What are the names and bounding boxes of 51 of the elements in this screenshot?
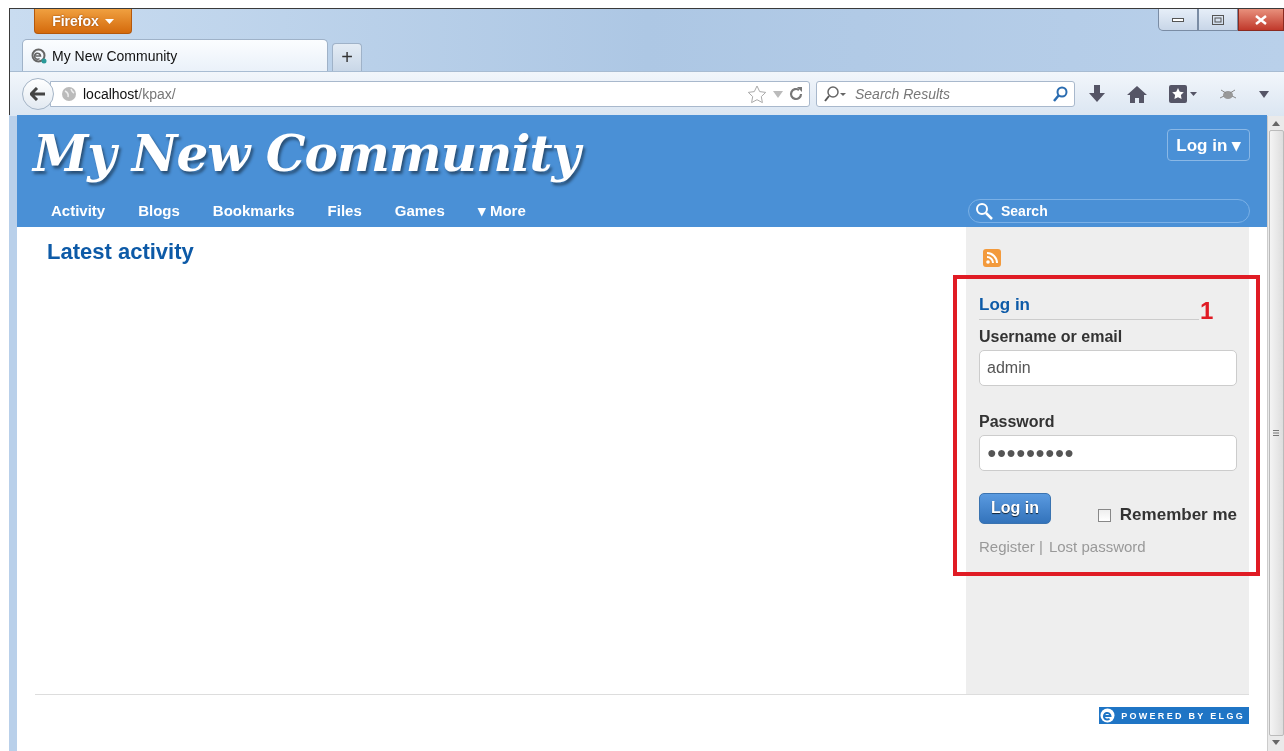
input-field[interactable]: admin (979, 350, 1237, 386)
back-button[interactable] (22, 78, 54, 110)
grip-icon[interactable] (1273, 430, 1279, 436)
nav-link[interactable]: Files (319, 202, 370, 220)
search-engine-icon[interactable] (823, 86, 847, 102)
nav-link[interactable]: Blogs (130, 202, 188, 220)
minimize-button[interactable] (1158, 9, 1198, 31)
reload-icon[interactable] (789, 87, 803, 101)
checkbox[interactable] (1097, 508, 1111, 522)
scroll-down-icon[interactable] (1272, 740, 1280, 745)
firefox-menu-button[interactable]: Firefox (34, 9, 132, 34)
close-icon (1255, 14, 1267, 25)
address-bar[interactable]: localhost/kpax/ (50, 81, 810, 107)
search-icon (975, 202, 993, 220)
annotation-number: 1 (1200, 297, 1214, 325)
close-button[interactable] (1238, 9, 1284, 31)
scrollbar[interactable] (1267, 115, 1284, 751)
scroll-up-icon[interactable] (1272, 121, 1280, 126)
section-heading: Latest activity (47, 239, 195, 265)
link[interactable]: Register | (979, 538, 1043, 555)
field-label: Password (979, 413, 1056, 431)
nav-link[interactable]: ▾ More (469, 202, 534, 220)
star-icon[interactable] (747, 84, 767, 104)
login-heading: Log in (979, 292, 1199, 320)
nav-link[interactable]: Activity (43, 202, 114, 220)
download-icon[interactable] (1089, 85, 1105, 103)
login-button[interactable]: Log in (979, 492, 1051, 524)
login-dropdown-button[interactable]: Log in ▾ (1167, 129, 1250, 161)
home-icon[interactable] (1127, 85, 1147, 103)
field-label: Username or email (979, 328, 1124, 346)
browser-search-field[interactable]: Search Results (816, 81, 1075, 107)
elgg-logo-icon (1100, 708, 1116, 723)
nav-link[interactable]: Games (386, 202, 453, 220)
checkbox-label: Remember me (1119, 505, 1237, 525)
site-favicon-icon (31, 47, 47, 64)
caret-icon (104, 18, 114, 24)
powered-by-badge[interactable]: POWERED BY ELGG (1099, 707, 1249, 724)
url-text: localhost/kpax/ (83, 86, 176, 102)
bookmarks-icon[interactable] (1169, 85, 1197, 103)
link[interactable]: Lost password (1048, 538, 1146, 555)
new-tab-button[interactable]: + (332, 43, 362, 71)
dropdown-icon[interactable] (1259, 90, 1269, 98)
nav-link[interactable]: Bookmarks (204, 202, 303, 220)
browser-tab[interactable]: My New Community (22, 39, 328, 71)
input-field[interactable]: ●●●●●●●●● (979, 435, 1237, 471)
maximize-button[interactable] (1198, 9, 1238, 31)
restore-icon (1212, 14, 1224, 25)
minimize-icon (1172, 17, 1184, 22)
search-icon[interactable] (1052, 86, 1068, 102)
back-arrow-icon (30, 87, 46, 101)
globe-icon (61, 86, 77, 102)
